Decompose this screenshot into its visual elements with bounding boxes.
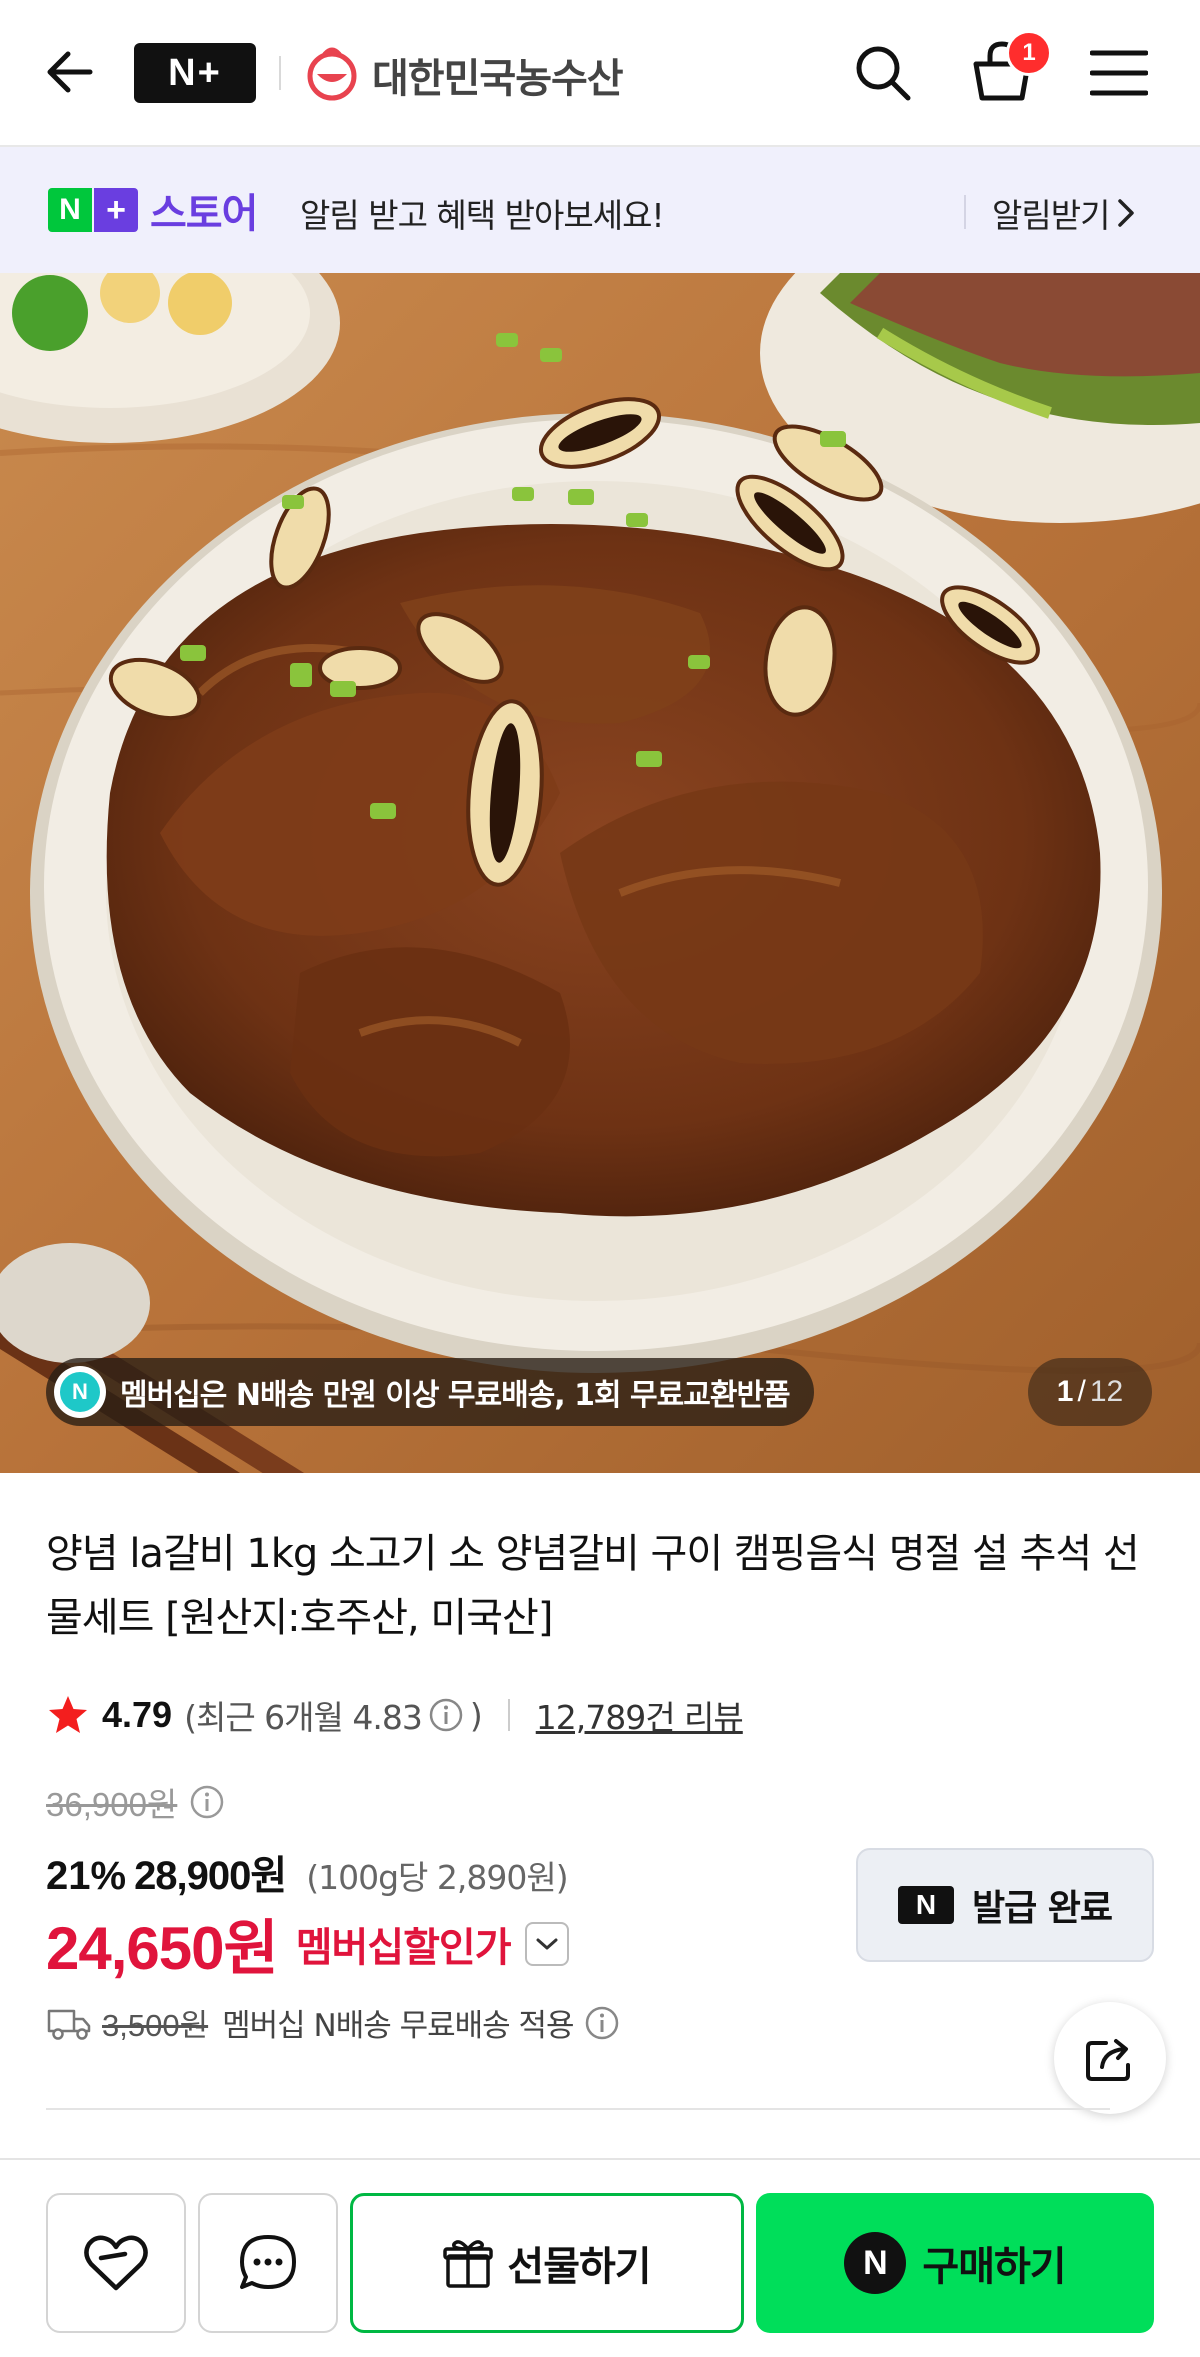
membership-notice-pill[interactable]: N 멤버십은 N배송 만원 이상 무료배송, 1회 무료교환반품 [46,1358,814,1426]
buy-label: 구매하기 [922,2244,1066,2290]
recent-rating-close: ) [469,1695,483,1735]
member-price-row: 24,650원 멤버십할인가 [46,1900,569,1987]
review-count-link[interactable]: 12,789건 리뷰 [536,1691,744,1739]
share-icon [1086,2039,1130,2081]
heart-icon [84,2235,148,2291]
wishlist-button[interactable] [46,2193,186,2333]
member-price-label: 멤버십할인가 [295,1924,512,1971]
page-total: 12 [1089,1375,1124,1408]
store-logo-word: 스토어 [150,191,258,237]
store-banner-message: 알림 받고 혜택 받아보세요! [300,196,665,235]
shipping-original-fee: 3,500원 [102,2008,209,2043]
truck-icon [47,2009,91,2040]
back-arrow-icon[interactable] [40,42,100,102]
product-title: 양념 la갈비 1kg 소고기 소 양념갈비 구이 캠핑음식 명절 설 추석 선… [46,1531,1140,1641]
gift-label: 선물하기 [507,2244,651,2290]
notify-me-button[interactable]: 알림받기 [992,189,1135,237]
store-notification-banner[interactable]: N + 스토어 알림 받고 혜택 받아보세요! 알림받기 [0,147,1200,273]
coupon-label: 발급 완료 [971,1888,1113,1929]
brand-logo-icon [307,47,357,101]
share-button[interactable] [1054,2002,1166,2114]
buy-button[interactable]: N 구매하기 [756,2193,1154,2333]
rating-divider [507,1699,510,1731]
gift-icon [443,2240,494,2288]
search-icon[interactable] [852,42,914,104]
member-price-expand-button[interactable] [524,1921,569,1966]
original-price: 36,900원 [46,1786,178,1823]
store-logo-n: N [48,188,92,232]
unit-price: (100g당 2,890원) [306,1858,568,1897]
gift-button[interactable]: 선물하기 [350,2193,744,2333]
chevron-right-icon [1118,199,1135,227]
member-price: 24,650원 [46,1915,279,1982]
store-logo-plus: + [94,188,138,232]
star-icon [49,1696,87,1733]
membership-badge-icon: N [54,1366,106,1418]
coupon-issued-button[interactable]: N 발급 완료 [856,1848,1154,1962]
sale-price: 28,900원 [134,1854,287,1898]
store-banner-divider [964,195,966,229]
shipping-row: 3,500원 멤버십 N배송 무료배송 적용 [46,2000,620,2045]
product-photo [0,273,1200,1473]
content-divider [46,2108,1110,2110]
logo-divider [279,56,281,90]
chat-icon [240,2235,296,2289]
nplus-logo[interactable]: N+ [134,43,256,103]
membership-notice-text: 멤버십은 N배송 만원 이상 무료배송, 1회 무료교환반품 [120,1378,791,1413]
original-price-row: 36,900원 [46,1778,225,1826]
chevron-down-icon [536,1938,558,1949]
recent-rating-text: (최근 6개월 4.83 [184,1698,423,1737]
naver-pay-icon: N [844,2232,907,2294]
rating-row: 4.79 (최근 6개월 4.83 ) 12,789건 리뷰 [46,1690,744,1740]
notify-me-label: 알림받기 [992,196,1110,235]
page-current: 1 [1056,1375,1074,1408]
brand-name[interactable]: 대한민국농수산 [372,46,624,104]
shipping-info-icon[interactable] [584,2005,620,2041]
talk-chat-button[interactable] [198,2193,338,2333]
info-icon[interactable] [428,1697,464,1733]
rating-value: 4.79 [102,1694,173,1735]
image-page-counter: 1 / 12 [1028,1358,1152,1426]
cart-count-badge: 1 [1006,30,1052,76]
nplus-store-logo: N + 스토어 [48,185,258,237]
bottom-action-bar: 선물하기 N 구매하기 [0,2158,1200,2357]
coupon-n-icon: N [897,1886,954,1924]
shipping-text: 멤버십 N배송 무료배송 적용 [222,2008,574,2044]
top-header: N+ 대한민국농수산 1 [0,0,1200,147]
recent-rating: (최근 6개월 4.83 ) [184,1691,483,1739]
page-sep: / [1077,1375,1086,1408]
menu-icon[interactable] [1090,48,1148,98]
price-info-icon[interactable] [189,1784,225,1820]
product-image-carousel[interactable] [0,273,1200,1473]
sale-price-row: 21% 28,900원 (100g당 2,890원) [46,1843,569,1901]
discount-rate: 21% [46,1854,127,1898]
